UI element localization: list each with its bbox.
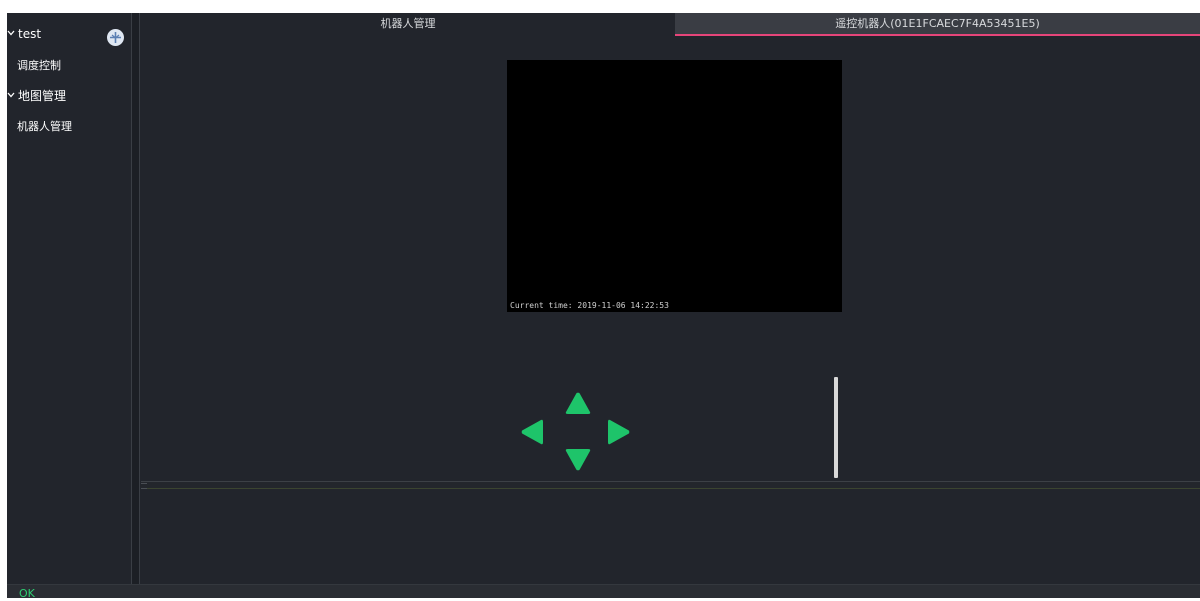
tree-node-dispatch-control[interactable]: 调度控制 <box>17 55 61 77</box>
tab-bar: 机器人管理 遥控机器人(01E1FCAEC7F4A53451E5) <box>141 13 1200 36</box>
horizontal-splitter[interactable] <box>141 481 1200 489</box>
tree-node-robot-management[interactable]: 机器人管理 <box>17 116 72 138</box>
tree-node-label: 调度控制 <box>17 59 61 72</box>
add-robot-icon[interactable] <box>107 29 124 46</box>
tree-node-label: test <box>18 27 42 41</box>
arrow-left-icon[interactable] <box>520 418 544 446</box>
status-bar: OK <box>7 584 1200 600</box>
speed-slider[interactable] <box>834 377 838 478</box>
tree-node-label: 地图管理 <box>18 89 67 103</box>
sidebar-resize-handle[interactable] <box>131 13 140 584</box>
arrow-down-icon[interactable] <box>564 448 592 472</box>
tab-robot-management[interactable]: 机器人管理 <box>141 13 675 36</box>
status-text: OK <box>19 587 35 600</box>
arrow-right-icon[interactable] <box>607 418 631 446</box>
chevron-down-icon[interactable] <box>7 29 15 37</box>
arrow-up-icon[interactable] <box>564 391 592 415</box>
tree-node-label: 机器人管理 <box>17 120 72 133</box>
sidebar: test 调度控制 地图管理 机器人管理 <box>7 13 131 584</box>
tree-node-test[interactable]: test <box>7 23 41 45</box>
bottom-panel <box>141 489 1200 584</box>
video-timestamp: Current time: 2019-11-06 14:22:53 <box>510 301 669 310</box>
camera-video-feed: Current time: 2019-11-06 14:22:53 <box>507 60 842 312</box>
tab-remote-control-robot[interactable]: 遥控机器人(01E1FCAEC7F4A53451E5) <box>675 13 1200 36</box>
app-window: test 调度控制 地图管理 机器人管理 机器人管理 遥控机器人(01E1FCA… <box>7 13 1200 600</box>
chevron-down-icon[interactable] <box>7 91 15 99</box>
tree-node-map-management[interactable]: 地图管理 <box>7 85 66 107</box>
main-panel: 机器人管理 遥控机器人(01E1FCAEC7F4A53451E5) Curren… <box>141 13 1200 584</box>
